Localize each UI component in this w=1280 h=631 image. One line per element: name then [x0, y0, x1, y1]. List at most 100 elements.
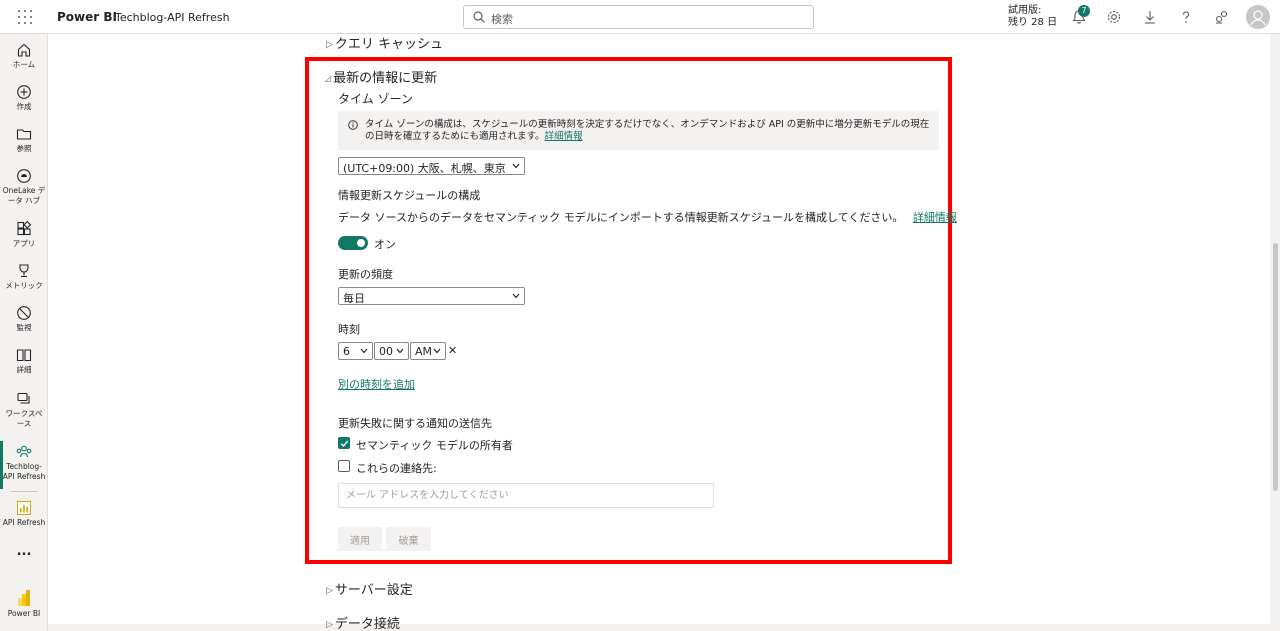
download-icon[interactable] [1141, 8, 1159, 26]
timezone-label: タイム ゾーン [338, 92, 413, 106]
owner-notify-label: セマンティック モデルの所有者 [356, 439, 513, 452]
more-options-icon[interactable]: ... [0, 544, 48, 559]
search-icon [473, 11, 485, 23]
section-server-settings[interactable]: ▷ サーバー設定 [326, 579, 413, 598]
nav-api-refresh[interactable]: API Refresh [0, 500, 48, 528]
brand-name[interactable]: Power BI [57, 10, 117, 24]
settings-gear-icon[interactable] [1105, 8, 1123, 26]
nav-workspace-techblog[interactable]: Techblog- API Refresh [0, 444, 48, 482]
apps-icon [17, 221, 32, 236]
workspace-breadcrumb[interactable]: Techblog-API Refresh [115, 11, 230, 24]
metrics-icon [19, 264, 29, 278]
section-server-settings-label: サーバー設定 [334, 583, 413, 598]
rail-divider [10, 491, 38, 492]
nav-apps[interactable]: アプリ [0, 221, 48, 249]
chevron-down-icon [396, 348, 404, 354]
nav-workspaces[interactable]: ワークスペ ース [0, 391, 48, 429]
home-icon [17, 43, 31, 57]
trial-days: 残り 28 日 [1008, 17, 1058, 28]
nav-monitor[interactable]: 監視 [0, 305, 48, 333]
timezone-select[interactable]: (UTC+09:00) 大阪、札幌、東京 [338, 157, 525, 175]
section-query-cache-label: クエリ キャッシュ [334, 37, 444, 52]
powerbi-logo-icon [18, 590, 30, 606]
add-another-time-link[interactable]: 別の時刻を追加 [338, 376, 415, 392]
time-label: 時刻 [338, 323, 360, 336]
ampm-selected-value: AM [415, 345, 433, 358]
frequency-label: 更新の頻度 [338, 268, 393, 281]
owner-notify-checkbox[interactable] [338, 437, 350, 449]
workspaces-icon [17, 392, 30, 404]
page-scrollbar-thumb[interactable] [1273, 243, 1278, 491]
nav-onelake[interactable]: OneLake デ ータ ハブ [0, 168, 48, 206]
section-refresh-label: 最新の情報に更新 [333, 71, 438, 86]
powerbi-home-logo[interactable]: Power BI [0, 589, 48, 619]
email-input[interactable] [339, 484, 713, 507]
checkmark-icon [340, 440, 349, 448]
left-navigation-rail: ホーム 作成 参照 OneLake デ ータ ハブ アプリ メトリック 監視 詳… [0, 34, 48, 631]
timezone-info-box: タイム ゾーンの構成は、スケジュールの更新時刻を決定するだけでなく、オンデマンド… [338, 111, 939, 150]
nav-create-label: 作成 [16, 102, 32, 111]
chevron-down-icon [512, 163, 520, 169]
apply-button[interactable]: 適用 [338, 527, 382, 551]
email-field[interactable] [338, 483, 714, 508]
section-data-connection-label: データ接続 [334, 617, 400, 631]
failure-notification-label: 更新失敗に関する通知の送信先 [338, 417, 492, 430]
toggle-state-label: オン [374, 238, 396, 251]
nav-create[interactable]: 作成 [0, 84, 48, 112]
search-placeholder: 検索 [491, 13, 513, 26]
expand-triangle-icon: ▷ [326, 620, 333, 630]
nav-home-label: ホーム [12, 60, 36, 69]
hour-select[interactable]: 6 [338, 342, 373, 360]
contacts-notify-label: これらの連絡先: [356, 462, 437, 475]
workspace-people-icon [16, 445, 32, 458]
info-icon [348, 120, 358, 130]
help-icon[interactable] [1177, 8, 1195, 26]
browse-icon [16, 129, 32, 140]
scheduled-refresh-toggle[interactable] [338, 236, 368, 250]
schedule-learn-more-link[interactable]: 詳細情報 [913, 211, 957, 224]
timezone-learn-more-link[interactable]: 詳細情報 [545, 131, 583, 142]
chevron-down-icon [433, 348, 441, 354]
contacts-notify-checkbox[interactable] [338, 460, 350, 472]
user-avatar[interactable] [1246, 5, 1270, 29]
frequency-selected-value: 毎日 [343, 292, 365, 305]
minute-select[interactable]: 00 [374, 342, 409, 360]
nav-apps-label: アプリ [12, 239, 36, 248]
section-data-connection[interactable]: ▷ データ接続 [326, 613, 400, 631]
share-feedback-icon[interactable] [1213, 8, 1231, 26]
nav-monitor-label: 監視 [16, 323, 32, 332]
user-avatar-icon [1250, 10, 1266, 26]
nav-learn[interactable]: 詳細 [0, 347, 48, 375]
nav-metrics[interactable]: メトリック [0, 263, 48, 291]
search-box[interactable]: 検索 [463, 5, 814, 29]
expand-triangle-icon: ▷ [326, 40, 333, 50]
top-bar: Power BI Techblog-API Refresh 検索 試用版: 残り… [0, 0, 1280, 34]
app-launcher-icon[interactable] [17, 9, 33, 25]
hour-selected-value: 6 [343, 345, 350, 358]
section-refresh[interactable]: ◿ 最新の情報に更新 [325, 67, 437, 86]
monitor-icon [17, 306, 31, 320]
nav-workspace-label: Techblog- API Refresh [2, 462, 46, 481]
trial-status[interactable]: 試用版: 残り 28 日 [1008, 5, 1057, 29]
nav-metrics-label: メトリック [5, 281, 43, 290]
nav-api-refresh-label: API Refresh [2, 518, 46, 527]
frequency-select[interactable]: 毎日 [338, 287, 525, 305]
expand-triangle-icon: ▷ [326, 586, 333, 596]
nav-learn-label: 詳細 [16, 365, 32, 374]
section-query-cache[interactable]: ▷ クエリ キャッシュ [326, 33, 443, 52]
learn-icon [16, 349, 32, 362]
nav-browse[interactable]: 参照 [0, 126, 48, 154]
chevron-down-icon [360, 348, 368, 354]
nav-home[interactable]: ホーム [0, 42, 48, 70]
report-icon [17, 501, 31, 515]
schedule-config-title: 情報更新スケジュールの構成 [338, 189, 481, 202]
timezone-selected-value: (UTC+09:00) 大阪、札幌、東京 [343, 162, 506, 175]
ampm-select[interactable]: AM [410, 342, 446, 360]
timezone-info-text: タイム ゾーンの構成は、スケジュールの更新時刻を決定するだけでなく、オンデマンド… [365, 119, 935, 143]
chevron-down-icon [512, 293, 520, 299]
remove-time-close-icon[interactable]: ✕ [448, 344, 457, 357]
onelake-icon [17, 169, 31, 183]
minute-selected-value: 00 [379, 345, 393, 358]
timezone-info-body: タイム ゾーンの構成は、スケジュールの更新時刻を決定するだけでなく、オンデマンド… [365, 119, 930, 142]
discard-button[interactable]: 破棄 [386, 527, 431, 551]
